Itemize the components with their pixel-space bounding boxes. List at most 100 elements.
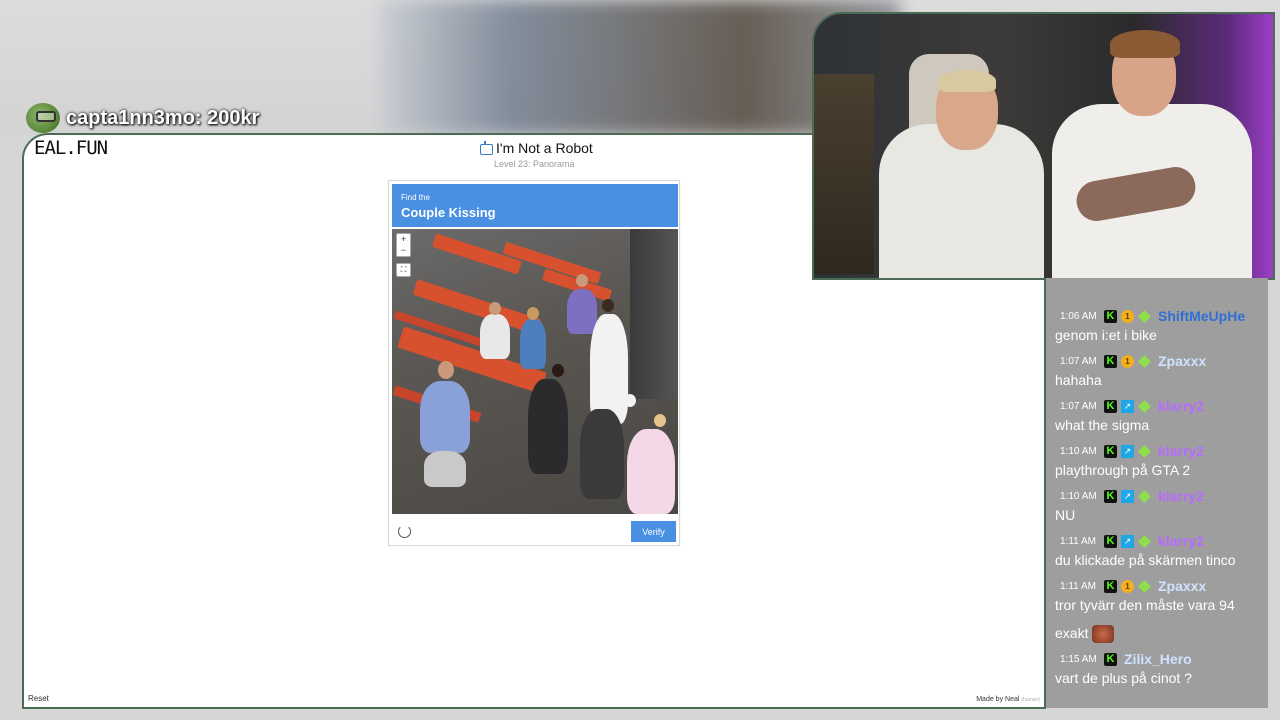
gem-badge-icon xyxy=(1138,309,1151,323)
person-head xyxy=(654,414,666,427)
kick-badge-icon: K xyxy=(1104,579,1117,593)
person-head xyxy=(438,361,454,379)
coin-badge-icon: 1 xyxy=(1121,354,1134,368)
kick-badge-icon: K xyxy=(1104,309,1117,323)
chat-timestamp: 1:11 AM xyxy=(1060,535,1096,547)
chat-username[interactable]: klarry2 xyxy=(1158,533,1204,549)
gem-badge-icon xyxy=(1138,579,1151,593)
chat-timestamp: 1:10 AM xyxy=(1060,445,1097,457)
person xyxy=(520,319,546,369)
chat-message-meta: 1:11 AM K ↗ klarry2 xyxy=(1060,533,1204,549)
person xyxy=(424,451,466,487)
level-label: Level 23: Panorama xyxy=(494,159,575,169)
person xyxy=(567,289,597,334)
chat-timestamp: 1:07 AM xyxy=(1060,400,1097,412)
person-head xyxy=(552,364,564,377)
donation-text: capta1nn3mo: 200kr xyxy=(66,106,260,129)
gem-badge-icon xyxy=(1138,444,1151,458)
made-by-text: Made by Neal xyxy=(976,696,1020,703)
chat-username[interactable]: Zpaxxx xyxy=(1158,353,1206,369)
chat-username[interactable]: Zpaxxx xyxy=(1158,578,1206,594)
chat-username[interactable]: klarry2 xyxy=(1158,398,1204,414)
person-head xyxy=(527,307,539,320)
gem-badge-icon xyxy=(1138,399,1151,413)
bookshelf xyxy=(814,74,874,274)
person-head xyxy=(602,299,614,312)
reset-link[interactable]: Reset xyxy=(28,694,49,703)
zoom-controls: + − xyxy=(396,233,411,257)
chat-message-meta: 1:10 AM K ↗ klarry2 xyxy=(1060,443,1204,459)
person-head xyxy=(489,302,501,315)
chat-message-text: du klickade på skärmen tinco xyxy=(1055,552,1236,568)
streamer-left-hair xyxy=(938,70,996,92)
zoom-in-button[interactable]: + xyxy=(397,234,410,245)
coin-badge-icon: 1 xyxy=(1121,309,1134,323)
chat-username[interactable]: klarry2 xyxy=(1158,488,1204,504)
person xyxy=(580,409,624,499)
reload-icon[interactable] xyxy=(398,525,411,538)
donation-alert: capta1nn3mo: 200kr xyxy=(26,102,259,134)
kick-badge-icon: K xyxy=(1104,652,1117,666)
chat-username[interactable]: Zilix_Hero xyxy=(1124,651,1192,667)
kick-badge-icon: K xyxy=(1104,444,1117,458)
kick-badge-icon: K xyxy=(1104,489,1117,503)
chat-panel: 1:06 AM K 1 ShiftMeUpHe genom i:et i bike 1:0… xyxy=(1046,278,1268,708)
zoom-out-button[interactable]: − xyxy=(397,245,410,256)
chat-message-text: hahaha xyxy=(1055,372,1102,388)
chat-timestamp: 1:10 AM xyxy=(1060,490,1097,502)
chat-message-text: vart de plus på cinot ? xyxy=(1055,670,1192,686)
chat-timestamp: 1:07 AM xyxy=(1060,355,1097,367)
chat-timestamp: 1:06 AM xyxy=(1060,310,1097,322)
captcha-header: Find the Couple Kissing xyxy=(392,184,678,227)
webcam-feed xyxy=(812,12,1275,280)
site-brand[interactable]: EAL.FUN xyxy=(34,137,108,159)
person xyxy=(528,379,568,474)
chat-message-meta: 1:07 AM K ↗ klarry2 xyxy=(1060,398,1204,414)
robot-icon xyxy=(480,140,493,155)
coin-badge-icon: 1 xyxy=(1121,579,1134,593)
subscriber-badge-icon: ↗ xyxy=(1121,444,1134,458)
kick-badge-icon: K xyxy=(1104,534,1117,548)
person xyxy=(480,314,510,359)
captcha-widget: Find the Couple Kissing + − ⛶ Verify xyxy=(388,180,680,546)
kick-badge-icon: K xyxy=(1104,399,1117,413)
chat-message-meta: 1:10 AM K ↗ klarry2 xyxy=(1060,488,1204,504)
chat-timestamp: 1:15 AM xyxy=(1060,653,1097,665)
chat-message-meta: 1:07 AM K 1 Zpaxxx xyxy=(1060,353,1206,369)
person-head xyxy=(624,394,636,407)
chat-username[interactable]: klarry2 xyxy=(1158,443,1204,459)
captcha-find-label: Find the xyxy=(401,193,430,202)
chat-message-text: NU xyxy=(1055,507,1076,523)
panorama-image[interactable]: + − ⛶ xyxy=(392,229,678,514)
chat-message-text: tror tyvärr den måste vara 94 xyxy=(1055,597,1235,613)
emote-icon xyxy=(1092,625,1115,644)
subscriber-badge-icon: ↗ xyxy=(1121,399,1134,413)
gem-badge-icon xyxy=(1138,489,1151,503)
made-by-credit[interactable]: Made by Neal (human) xyxy=(976,696,1040,703)
subscriber-badge-icon: ↗ xyxy=(1121,534,1134,548)
chat-message-meta: 1:15 AM K Zilix_Hero xyxy=(1060,651,1192,667)
made-by-tag: (human) xyxy=(1021,697,1040,703)
gem-badge-icon xyxy=(1138,534,1151,548)
captcha-footer: Verify xyxy=(389,517,679,545)
person xyxy=(590,314,628,424)
chat-message-text: what the sigma xyxy=(1055,417,1150,433)
chat-timestamp: 1:11 AM xyxy=(1060,580,1096,592)
verify-button[interactable]: Verify xyxy=(631,521,676,542)
chat-username[interactable]: ShiftMeUpHe xyxy=(1158,308,1245,324)
chat-message-text: playthrough på GTA 2 xyxy=(1055,462,1191,478)
building-wall xyxy=(630,229,678,399)
captcha-target: Couple Kissing xyxy=(401,205,496,220)
chat-message-meta: 1:06 AM K 1 ShiftMeUpHe xyxy=(1060,308,1245,324)
person xyxy=(627,429,675,514)
fullscreen-button[interactable]: ⛶ xyxy=(396,263,411,277)
person xyxy=(420,381,470,453)
chat-message-meta: 1:11 AM K 1 Zpaxxx xyxy=(1060,578,1206,594)
chat-message-text: exakt xyxy=(1055,625,1115,644)
kick-badge-icon: K xyxy=(1104,354,1117,368)
person-head xyxy=(576,274,588,287)
chat-message-text: genom i:et i bike xyxy=(1055,327,1157,343)
subscriber-badge-icon: ↗ xyxy=(1121,489,1134,503)
page-title-text: I'm Not a Robot xyxy=(496,140,593,156)
gem-badge-icon xyxy=(1138,354,1151,368)
